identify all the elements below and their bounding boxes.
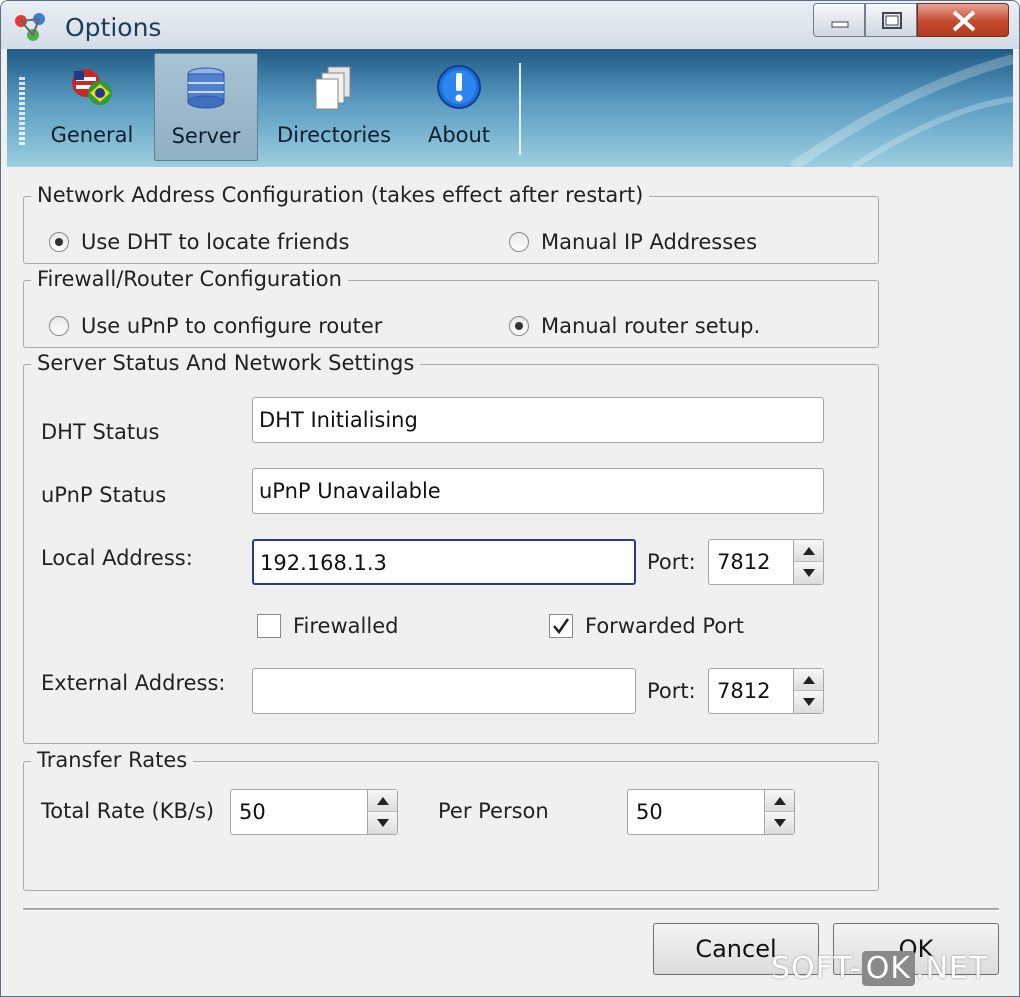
tab-directories-label: Directories (276, 123, 392, 147)
watermark-right: .NET (915, 951, 989, 986)
window-title: Options (65, 13, 162, 42)
external-address-input[interactable] (252, 668, 636, 714)
radio-use-upnp[interactable]: Use uPnP to configure router (49, 314, 382, 338)
network-address-legend: Network Address Configuration (takes eff… (31, 183, 650, 207)
local-port-label: Port: (647, 550, 696, 574)
flags-icon (72, 69, 112, 105)
close-icon (952, 10, 976, 32)
external-address-label: External Address: (41, 671, 226, 695)
radio-dot (49, 316, 69, 336)
server-icon (187, 67, 225, 109)
arrow-up-icon (803, 676, 815, 684)
radio-manual-ip[interactable]: Manual IP Addresses (509, 230, 757, 254)
server-status-legend: Server Status And Network Settings (31, 351, 421, 375)
tab-about[interactable]: About (409, 53, 509, 161)
arrow-down-icon (377, 819, 389, 827)
local-port-spinner[interactable]: 7812 (708, 539, 824, 585)
title-bar[interactable]: Options (1, 1, 1019, 49)
external-port-spinner[interactable]: 7812 (708, 668, 824, 714)
per-person-value: 50 (636, 800, 663, 824)
arrow-up-icon (377, 797, 389, 805)
radio-use-dht-label: Use DHT to locate friends (81, 230, 350, 254)
local-address-input[interactable]: 192.168.1.3 (252, 539, 636, 585)
upnp-status-label: uPnP Status (41, 483, 167, 507)
firewalled-label: Firewalled (293, 614, 399, 638)
radio-use-upnp-label: Use uPnP to configure router (81, 314, 383, 338)
transfer-rates-legend: Transfer Rates (31, 748, 194, 772)
radio-manual-router-label: Manual router setup. (541, 314, 761, 338)
external-port-label: Port: (647, 679, 696, 703)
watermark-mid: OK (861, 951, 916, 986)
local-port-value: 7812 (717, 550, 771, 574)
footer-divider (23, 908, 999, 911)
arrow-up-icon (803, 547, 815, 555)
per-person-decrement[interactable] (764, 812, 794, 834)
upnp-status-field[interactable]: uPnP Unavailable (252, 468, 824, 514)
firewall-router-legend: Firewall/Router Configuration (31, 267, 348, 291)
app-logo-icon (15, 13, 45, 41)
external-port-decrement[interactable] (793, 691, 823, 713)
per-person-increment[interactable] (764, 790, 794, 812)
forwarded-port-label: Forwarded Port (585, 614, 745, 638)
radio-manual-router[interactable]: Manual router setup. (509, 314, 760, 338)
radio-dot (509, 232, 529, 252)
maximize-icon (882, 12, 902, 29)
toolbar-separator (519, 63, 521, 155)
directories-icon (315, 66, 351, 110)
maximize-button[interactable] (865, 3, 917, 37)
local-address-label: Local Address: (41, 546, 193, 570)
about-info-icon (437, 65, 481, 109)
checkmark-icon (553, 618, 570, 635)
toolbar-grip[interactable] (19, 77, 25, 145)
total-rate-value: 50 (239, 800, 266, 824)
per-person-label: Per Person (438, 799, 549, 823)
checkbox-box (257, 614, 281, 638)
arrow-down-icon (803, 569, 815, 577)
options-window: Options General Server Directories About… (0, 0, 1020, 997)
forwarded-port-checkbox[interactable]: Forwarded Port (549, 614, 744, 638)
checkbox-box (549, 614, 573, 638)
total-rate-label: Total Rate (KB/s) (41, 799, 215, 823)
dht-status-field[interactable]: DHT Initialising (252, 397, 824, 443)
tab-directories[interactable]: Directories (269, 53, 399, 161)
radio-use-dht[interactable]: Use DHT to locate friends (49, 230, 349, 254)
tab-server-label: Server (171, 124, 241, 148)
total-rate-decrement[interactable] (367, 812, 397, 834)
tab-server[interactable]: Server (154, 53, 258, 161)
arrow-up-icon (774, 797, 786, 805)
firewalled-checkbox[interactable]: Firewalled (257, 614, 398, 638)
watermark: SOFT- OK .NET (771, 951, 988, 986)
watermark-left: SOFT- (771, 951, 862, 986)
external-port-increment[interactable] (793, 669, 823, 691)
minimize-icon (831, 21, 849, 28)
arrow-down-icon (774, 819, 786, 827)
dht-status-label: DHT Status (41, 420, 160, 444)
options-toolbar: General Server Directories About (7, 49, 1013, 167)
total-rate-spinner[interactable]: 50 (230, 789, 398, 835)
local-port-decrement[interactable] (793, 562, 823, 584)
per-person-spinner[interactable]: 50 (627, 789, 795, 835)
arrow-down-icon (803, 698, 815, 706)
radio-dot (509, 316, 529, 336)
tab-about-label: About (427, 123, 491, 147)
close-button[interactable] (917, 3, 1009, 37)
total-rate-increment[interactable] (367, 790, 397, 812)
tab-general[interactable]: General (33, 53, 151, 161)
minimize-button[interactable] (813, 3, 865, 37)
radio-manual-ip-label: Manual IP Addresses (541, 230, 758, 254)
tab-general-label: General (50, 123, 134, 147)
toolbar-decoration (790, 54, 1013, 167)
external-port-value: 7812 (717, 679, 771, 703)
local-port-increment[interactable] (793, 540, 823, 562)
radio-dot (49, 232, 69, 252)
